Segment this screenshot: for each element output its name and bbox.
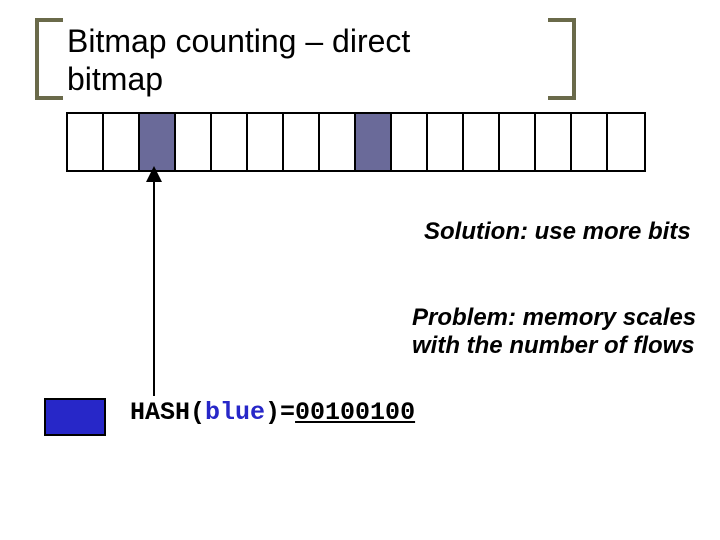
bitmap-cell-10	[428, 114, 464, 170]
bitmap-row	[66, 112, 646, 172]
bitmap-cell-13	[536, 114, 572, 170]
bitmap-cell-7	[320, 114, 356, 170]
solution-text: Solution: use more bits	[424, 218, 691, 246]
hash-prefix: HASH(	[130, 398, 205, 427]
bitmap-cell-2	[140, 114, 176, 170]
title-line-2: bitmap	[67, 60, 410, 98]
problem-text: Problem: memory scales with the number o…	[412, 304, 720, 360]
bitmap-cell-11	[464, 114, 500, 170]
bitmap-cell-15	[608, 114, 644, 170]
bitmap-cell-8	[356, 114, 392, 170]
bitmap-cell-6	[284, 114, 320, 170]
bitmap-cell-4	[212, 114, 248, 170]
bitmap-cell-14	[572, 114, 608, 170]
bitmap-cell-1	[104, 114, 140, 170]
bitmap-cell-5	[248, 114, 284, 170]
hash-expression: HASH(blue)=00100100	[130, 398, 415, 427]
hash-arg: blue	[205, 398, 265, 427]
bitmap-cell-9	[392, 114, 428, 170]
title-line-1: Bitmap counting – direct	[67, 22, 410, 60]
bitmap-cell-12	[500, 114, 536, 170]
hash-value: 00100100	[295, 398, 415, 427]
slide-title: Bitmap counting – direct bitmap	[45, 22, 410, 98]
hash-mid: )=	[265, 398, 295, 427]
blue-swatch	[44, 398, 106, 436]
bitmap-cell-0	[68, 114, 104, 170]
title-bracket-right	[548, 18, 576, 100]
bitmap-cell-3	[176, 114, 212, 170]
